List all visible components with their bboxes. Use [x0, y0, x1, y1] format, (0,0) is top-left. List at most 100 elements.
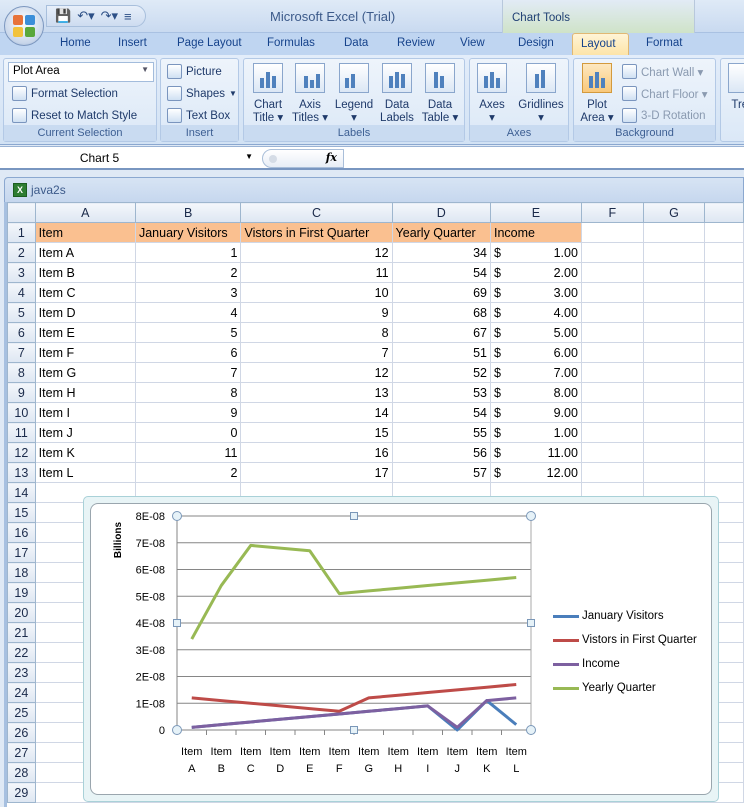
cell[interactable]: [580, 302, 644, 323]
tab-format[interactable]: Format: [638, 36, 690, 50]
cell[interactable]: [704, 342, 744, 363]
row-header[interactable]: 24: [7, 682, 36, 703]
row-header[interactable]: 22: [7, 642, 36, 663]
cell[interactable]: [704, 382, 744, 403]
cell[interactable]: 15: [240, 422, 393, 443]
cell[interactable]: 1: [134, 242, 242, 263]
row-header[interactable]: 28: [7, 762, 36, 783]
insert-function-button[interactable]: fx: [262, 149, 344, 168]
cell[interactable]: [704, 302, 744, 323]
cell[interactable]: [642, 322, 706, 343]
cell[interactable]: [642, 402, 706, 423]
row-header[interactable]: 19: [7, 582, 36, 603]
trendline-button[interactable]: Tren: [723, 63, 744, 112]
row-header[interactable]: 27: [7, 742, 36, 763]
legend-entry[interactable]: Income: [553, 652, 697, 676]
legend-entry[interactable]: January Visitors: [553, 604, 697, 628]
row-header[interactable]: 2: [7, 242, 36, 263]
header-cell[interactable]: January Visitors: [134, 222, 242, 243]
cell[interactable]: 5: [134, 322, 242, 343]
row-header[interactable]: 14: [7, 482, 36, 503]
chart-legend[interactable]: January Visitors Vistors in First Quarte…: [553, 604, 697, 700]
cell[interactable]: 0: [134, 422, 242, 443]
row-header[interactable]: 3: [7, 262, 36, 283]
cell[interactable]: 2: [134, 262, 242, 283]
row-header[interactable]: 9: [7, 382, 36, 403]
cell[interactable]: 13: [240, 382, 393, 403]
tab-data[interactable]: Data: [336, 36, 376, 50]
row-header[interactable]: 23: [7, 662, 36, 683]
chart-object[interactable]: 0 1E-08 2E-08 3E-08 4E-08 5E-08 6E-08 7E-08 8E-0…: [83, 496, 719, 802]
undo-icon[interactable]: ↶▾: [77, 8, 94, 24]
column-header[interactable]: C: [240, 202, 393, 223]
gridlines-button[interactable]: Gridlines ▾: [516, 63, 566, 125]
header-cell[interactable]: Yearly Quarter: [391, 222, 492, 243]
cell[interactable]: [704, 362, 744, 383]
cell[interactable]: 11: [134, 442, 242, 463]
text-box-button[interactable]: Text Box: [167, 108, 230, 123]
cell[interactable]: $1.00: [490, 242, 582, 263]
column-header[interactable]: D: [391, 202, 492, 223]
row-header[interactable]: 6: [7, 322, 36, 343]
cell[interactable]: [580, 462, 644, 483]
cell[interactable]: 69: [391, 282, 492, 303]
chart-area[interactable]: 0 1E-08 2E-08 3E-08 4E-08 5E-08 6E-08 7E-08 8E-0…: [90, 503, 712, 795]
row-header[interactable]: 20: [7, 602, 36, 623]
cell[interactable]: Item D: [34, 302, 136, 323]
redo-icon[interactable]: ↷▾: [101, 8, 118, 24]
cell[interactable]: Item K: [34, 442, 136, 463]
row-header[interactable]: 21: [7, 622, 36, 643]
legend-entry[interactable]: Vistors in First Quarter: [553, 628, 697, 652]
cell[interactable]: 55: [391, 422, 492, 443]
cell[interactable]: Item G: [34, 362, 136, 383]
tab-review[interactable]: Review: [389, 36, 443, 50]
axis-titles-button[interactable]: Axis Titles ▾: [290, 63, 330, 125]
cell[interactable]: 9: [134, 402, 242, 423]
customize-icon[interactable]: ≡: [124, 9, 132, 24]
cell[interactable]: [580, 242, 644, 263]
tab-formulas[interactable]: Formulas: [259, 36, 323, 50]
cell[interactable]: 4: [134, 302, 242, 323]
column-header[interactable]: B: [134, 202, 242, 223]
cell[interactable]: [704, 462, 744, 483]
cell[interactable]: [580, 342, 644, 363]
cell[interactable]: Item F: [34, 342, 136, 363]
cell[interactable]: 34: [391, 242, 492, 263]
row-header[interactable]: 10: [7, 402, 36, 423]
cell[interactable]: [642, 262, 706, 283]
cell[interactable]: [642, 242, 706, 263]
cell[interactable]: 7: [134, 362, 242, 383]
cell[interactable]: [704, 242, 744, 263]
cell[interactable]: [580, 282, 644, 303]
cell[interactable]: [704, 262, 744, 283]
cell[interactable]: 9: [240, 302, 393, 323]
axes-button[interactable]: Axes ▾: [472, 63, 512, 125]
column-header[interactable]: F: [580, 202, 644, 223]
plot-area-button[interactable]: Plot Area ▾: [577, 63, 617, 125]
row-header[interactable]: 13: [7, 462, 36, 483]
cell[interactable]: [642, 282, 706, 303]
row-header[interactable]: 7: [7, 342, 36, 363]
legend-entry[interactable]: Yearly Quarter: [553, 676, 697, 700]
tab-design[interactable]: Design: [510, 36, 562, 50]
cell[interactable]: 12: [240, 242, 393, 263]
data-table-button[interactable]: Data Table ▾: [420, 63, 460, 125]
cell[interactable]: [704, 422, 744, 443]
tab-insert[interactable]: Insert: [110, 36, 155, 50]
cell[interactable]: $2.00: [490, 262, 582, 283]
format-selection-button[interactable]: Format Selection: [12, 86, 118, 101]
row-header[interactable]: 1: [7, 222, 36, 243]
row-header[interactable]: 4: [7, 282, 36, 303]
cell[interactable]: 11: [240, 262, 393, 283]
row-header[interactable]: 8: [7, 362, 36, 383]
header-cell[interactable]: Income: [490, 222, 582, 243]
cell[interactable]: [642, 462, 706, 483]
cell[interactable]: [704, 322, 744, 343]
cell[interactable]: [580, 442, 644, 463]
reset-style-button[interactable]: Reset to Match Style: [12, 108, 137, 123]
column-header[interactable]: [704, 202, 744, 223]
row-header[interactable]: 26: [7, 722, 36, 743]
formula-input[interactable]: [346, 149, 742, 168]
cell[interactable]: Item A: [34, 242, 136, 263]
cell[interactable]: Item J: [34, 422, 136, 443]
